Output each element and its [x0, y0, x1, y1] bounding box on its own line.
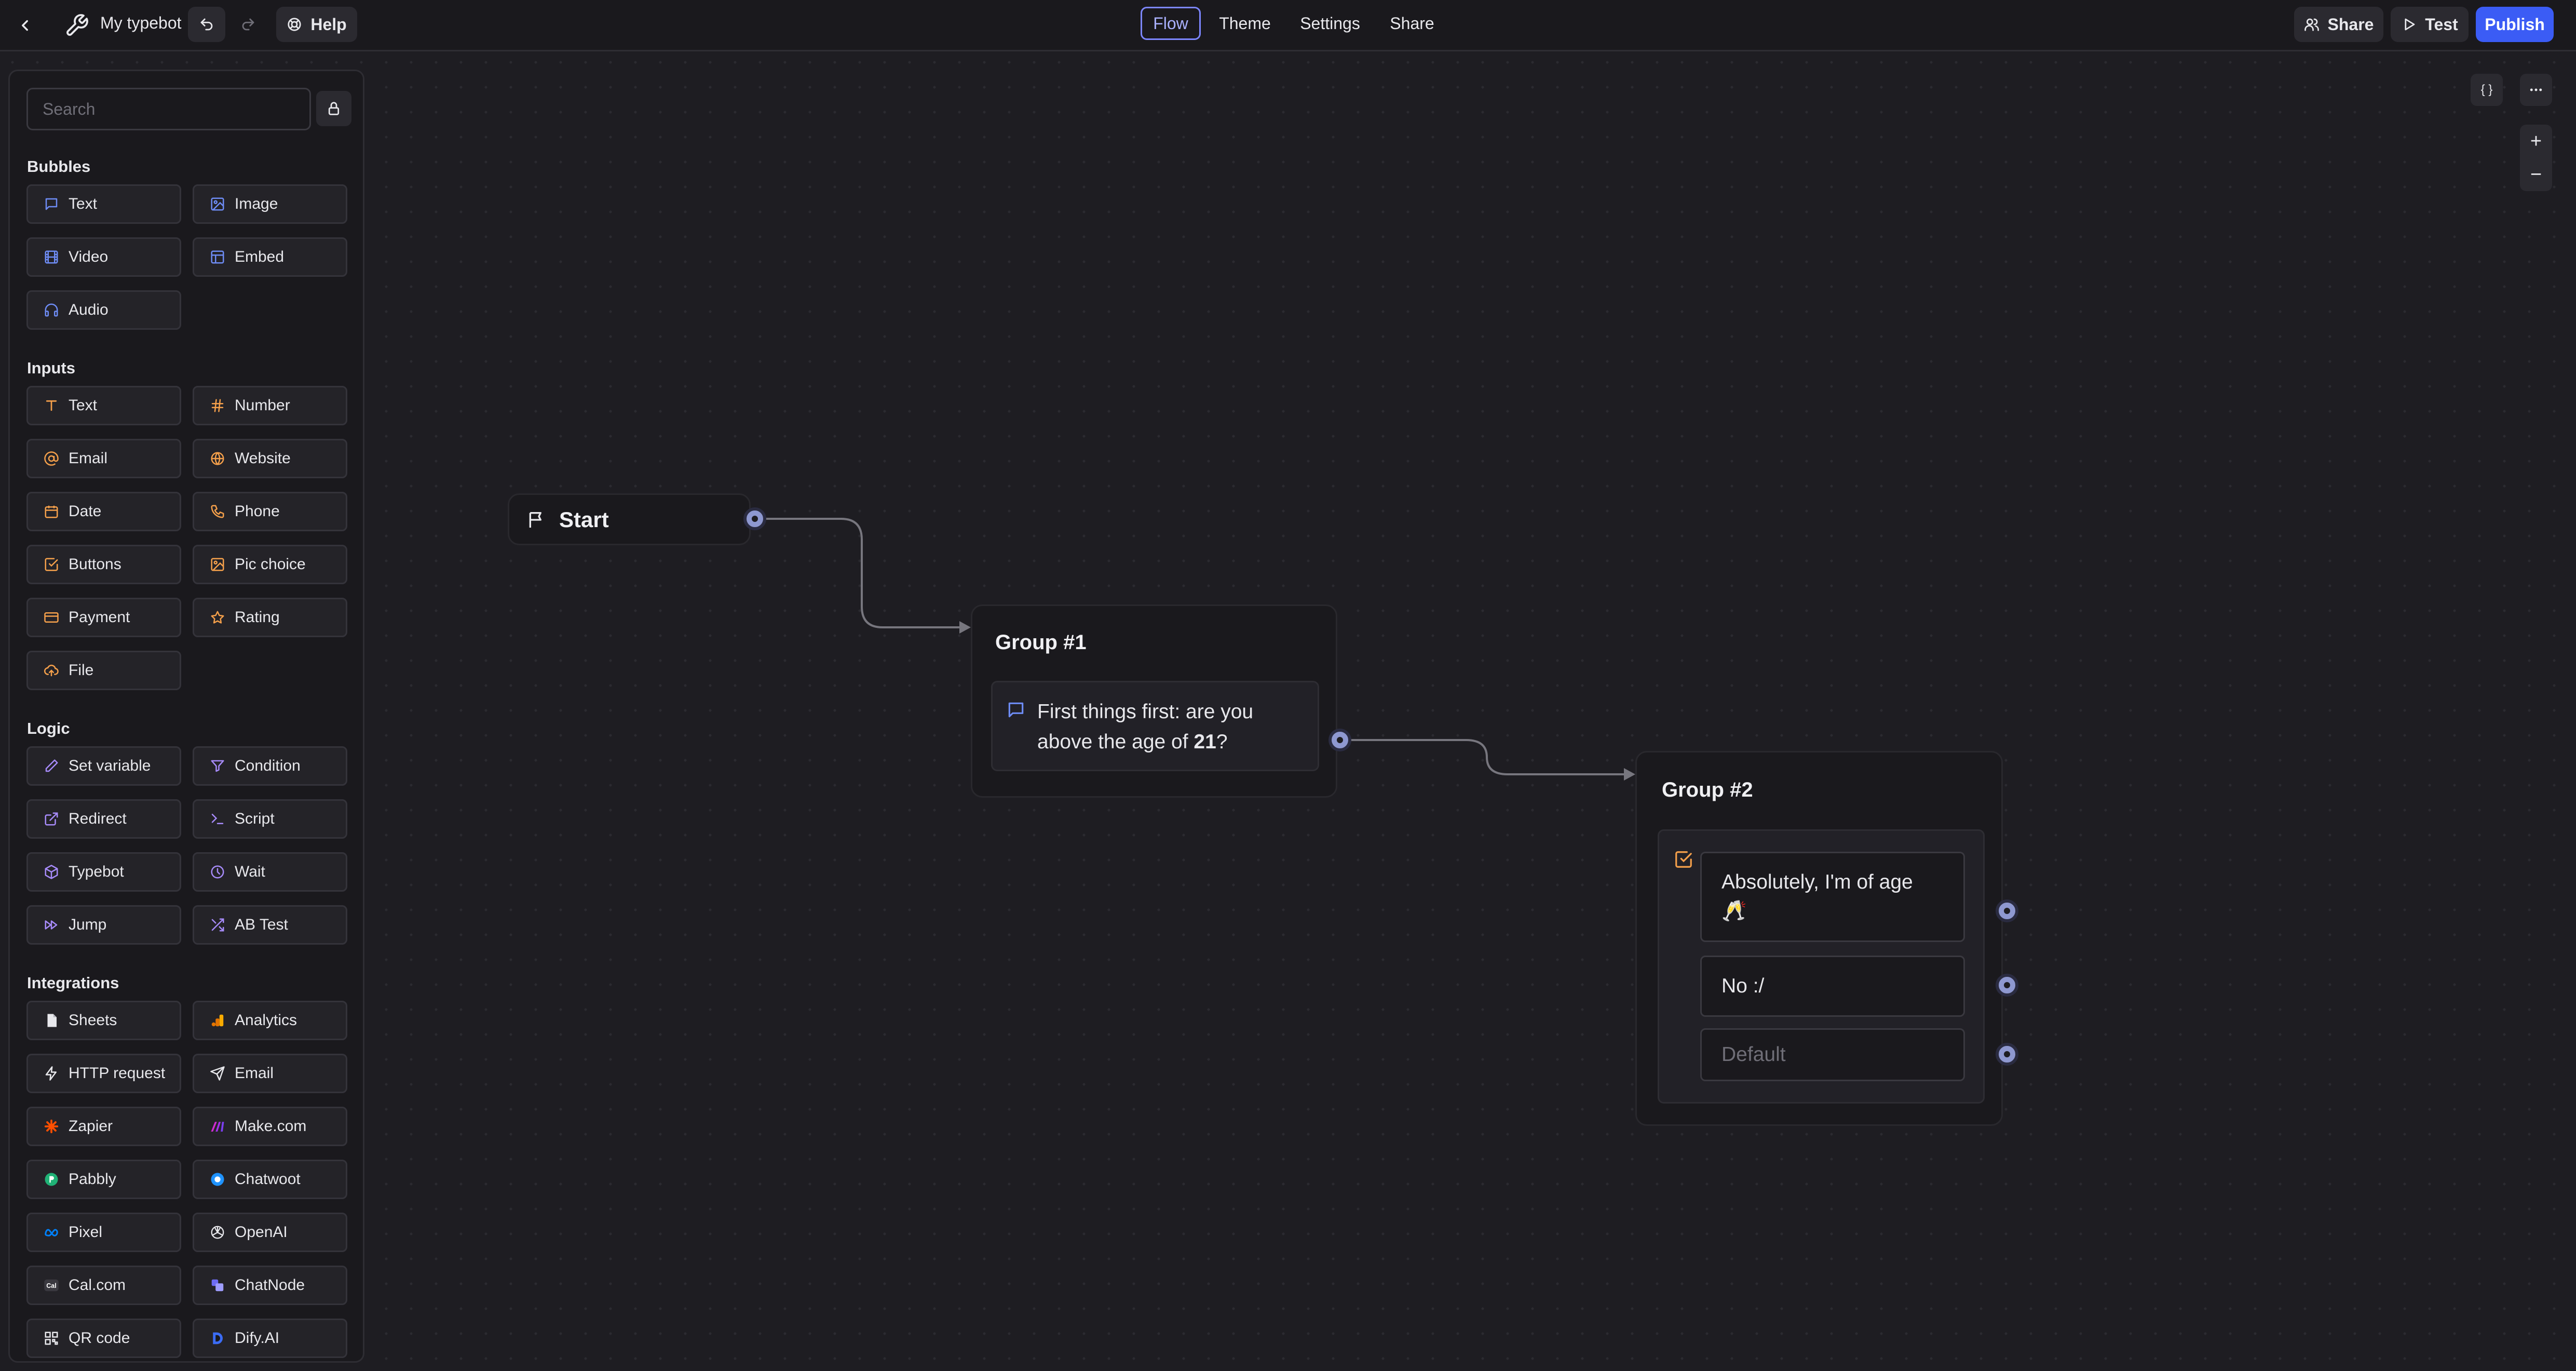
start-label: Start [559, 507, 609, 532]
group1-output-port[interactable] [1328, 729, 1351, 751]
group-title: Group #1 [995, 631, 1087, 654]
start-node[interactable]: Start [508, 493, 751, 545]
choice-item-2[interactable]: No :/ [1700, 956, 1965, 1017]
bubble-text-line: First things first: are you [1037, 701, 1254, 723]
choice-label: Absolutely, I'm of age [1721, 871, 1913, 893]
choice-1-output-port[interactable] [1996, 899, 2018, 922]
bubble-text-bold: 21 [1194, 731, 1216, 753]
more-horizontal-icon [2528, 82, 2544, 98]
variables-button[interactable]: { } [2471, 74, 2503, 106]
checkbox-icon [1674, 850, 1693, 869]
message-icon [1006, 700, 1026, 720]
edge-group1-to-group2 [1340, 739, 1625, 775]
bubble-text-line: above the age of 21? [1037, 727, 1253, 757]
bubble-text-part: above the age of [1037, 731, 1194, 753]
zoom-controls: + − [2520, 125, 2552, 191]
start-output-port[interactable] [743, 507, 766, 530]
group-title: Group #2 [1662, 778, 1753, 801]
edge-start-to-group1 [756, 518, 960, 628]
default-choice-item[interactable]: Default [1700, 1028, 1965, 1081]
choice-label: Default [1721, 1043, 1786, 1066]
default-output-port[interactable] [1996, 1043, 2018, 1066]
choice-item-1[interactable]: Absolutely, I'm of age 🥂 [1700, 852, 1965, 942]
more-options-button[interactable] [2520, 74, 2552, 106]
flag-icon [526, 509, 547, 530]
bubble-text-part: ? [1216, 731, 1228, 753]
group-node-1[interactable]: Group #1 First things first: are you abo… [971, 604, 1337, 798]
zoom-out-button[interactable]: − [2520, 158, 2552, 191]
choice-label-emoji: 🥂 [1721, 900, 1747, 922]
bubble-text: First things first: are you above the ag… [1037, 697, 1253, 757]
arrow-head [1624, 768, 1635, 781]
choice-2-output-port[interactable] [1996, 974, 2018, 997]
zoom-in-button[interactable]: + [2520, 125, 2552, 158]
choice-label: No :/ [1721, 975, 1765, 997]
text-bubble-block[interactable]: First things first: are you above the ag… [991, 681, 1319, 771]
arrow-head [959, 621, 971, 634]
